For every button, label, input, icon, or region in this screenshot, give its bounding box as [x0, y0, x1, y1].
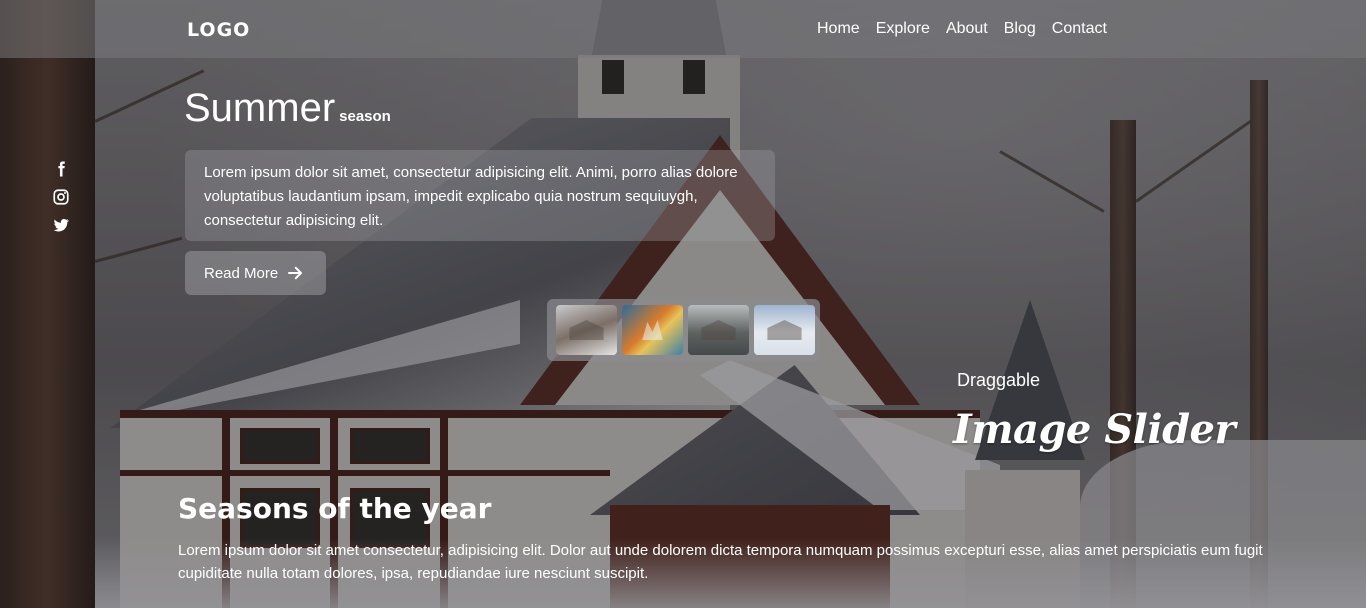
thumbnail-3[interactable]: [688, 305, 749, 355]
nav-link-explore[interactable]: Explore: [876, 20, 930, 38]
hero-description: Lorem ipsum dolor sit amet, consectetur …: [185, 150, 775, 241]
thumbnail-strip[interactable]: [547, 299, 820, 361]
nav-link-blog[interactable]: Blog: [1004, 20, 1036, 38]
thumbnail-1[interactable]: [556, 305, 617, 355]
facebook-icon[interactable]: [52, 160, 70, 178]
seasons-title: Seasons of the year: [178, 492, 492, 525]
hero-title: Summer season: [184, 86, 391, 131]
draggable-label: Draggable: [957, 370, 1041, 390]
thumbnail-4[interactable]: [754, 305, 815, 355]
twitter-icon[interactable]: [52, 216, 70, 234]
nav-link-contact[interactable]: Contact: [1052, 20, 1107, 38]
nav-link-about[interactable]: About: [946, 20, 988, 38]
seasons-text: Lorem ipsum dolor sit amet consectetur, …: [178, 542, 1263, 582]
hero-title-main: Summer: [184, 86, 336, 130]
read-more-label: Read More: [204, 264, 279, 282]
logo[interactable]: LOGO: [187, 19, 250, 41]
slider-title: Image Slider: [953, 406, 1236, 453]
thumbnail-2[interactable]: [622, 305, 683, 355]
nav-link-home[interactable]: Home: [817, 20, 860, 38]
arrow-right-icon: [288, 266, 303, 280]
instagram-icon[interactable]: [52, 188, 70, 206]
navbar: LOGO Home Explore About Blog Contact: [0, 0, 1366, 58]
hero-text: Lorem ipsum dolor sit amet, consectetur …: [204, 164, 738, 229]
read-more-button[interactable]: Read More: [185, 251, 326, 295]
hero-title-sub: season: [339, 108, 391, 125]
nav-links: Home Explore About Blog Contact: [817, 20, 1107, 38]
social-links: [52, 160, 70, 244]
